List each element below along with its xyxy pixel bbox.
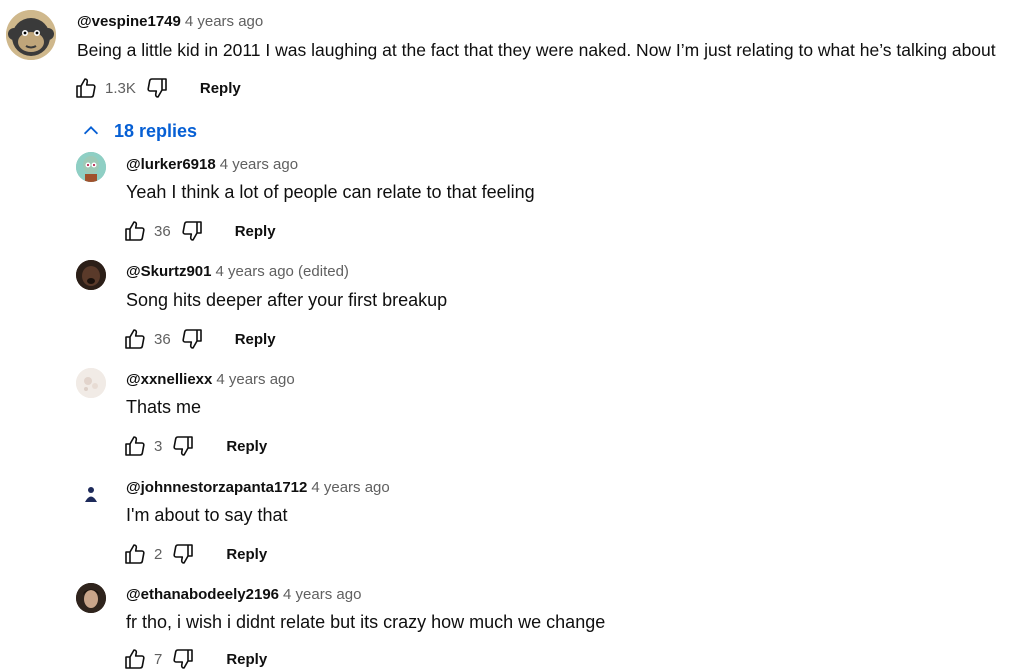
reply-button[interactable]: Reply (235, 331, 276, 348)
avatar[interactable] (76, 152, 106, 182)
comment-time[interactable]: 4 years ago (311, 479, 389, 496)
thumbs-up-icon (76, 78, 96, 98)
thumbs-up-icon (125, 649, 145, 669)
like-count: 1.3K (105, 79, 136, 97)
avatar[interactable] (6, 10, 56, 60)
comment-time[interactable]: 4 years ago (220, 156, 298, 173)
like-button[interactable] (73, 75, 99, 101)
comment-time[interactable]: 4 years ago (216, 371, 294, 388)
comment-time[interactable]: 4 years ago (edited) (216, 263, 349, 280)
comment-author[interactable]: @ethanabodeely2196 (126, 586, 279, 603)
comment-author[interactable]: @vespine1749 (77, 13, 181, 30)
dislike-button[interactable] (170, 646, 196, 672)
thumbs-up-icon (125, 329, 145, 349)
thumbs-down-icon (173, 544, 194, 564)
like-button[interactable] (122, 326, 148, 352)
dislike-button[interactable] (179, 218, 205, 244)
thumbs-down-icon (173, 649, 194, 669)
thumbs-down-icon (173, 436, 194, 456)
replies-toggle[interactable]: 18 replies (80, 120, 197, 142)
like-count: 3 (154, 437, 163, 455)
like-button[interactable] (122, 433, 148, 459)
like-count: 2 (154, 545, 163, 563)
reply-button[interactable]: Reply (235, 223, 276, 240)
like-button[interactable] (122, 646, 148, 672)
dislike-button[interactable] (170, 541, 196, 567)
like-count: 36 (154, 330, 171, 348)
person-avatar-icon (76, 583, 106, 613)
reply-button[interactable]: Reply (200, 80, 241, 97)
thumbs-down-icon (147, 78, 167, 98)
reply-button[interactable]: Reply (226, 438, 267, 455)
avatar[interactable] (76, 260, 106, 290)
comment-author[interactable]: @Skurtz901 (126, 263, 212, 280)
dislike-button[interactable] (170, 433, 196, 459)
replies-count-label: 18 replies (114, 120, 198, 141)
comment-time[interactable]: 4 years ago (185, 13, 263, 30)
comment-text: I'm about to say that (126, 505, 288, 525)
dislike-button[interactable] (144, 75, 170, 101)
comment-text: Yeah I think a lot of people can relate … (126, 182, 535, 202)
comment-author[interactable]: @johnnestorzapanta1712 (126, 479, 307, 496)
reply-button[interactable]: Reply (226, 651, 267, 668)
like-count: 7 (154, 650, 163, 668)
comment-text: fr tho, i wish i didnt relate but its cr… (126, 612, 606, 632)
comment-text: Thats me (126, 397, 202, 417)
comment-text: Being a little kid in 2011 I was laughin… (77, 40, 996, 60)
thumbs-up-icon (125, 436, 145, 456)
comment-text: Song hits deeper after your first breaku… (126, 290, 448, 310)
figure-avatar-icon (76, 476, 106, 506)
avatar[interactable] (76, 583, 106, 613)
comment-author[interactable]: @xxnelliexx (126, 371, 212, 388)
thumbs-up-icon (125, 544, 145, 564)
thumbs-up-icon (125, 221, 145, 241)
floral-avatar-icon (76, 368, 106, 398)
like-button[interactable] (122, 218, 148, 244)
avatar[interactable] (76, 476, 106, 506)
like-button[interactable] (122, 541, 148, 567)
comment-time[interactable]: 4 years ago (283, 586, 361, 603)
like-count: 36 (154, 222, 171, 240)
monkey-avatar-icon (6, 10, 56, 60)
comment-author[interactable]: @lurker6918 (126, 156, 216, 173)
dog-avatar-icon (76, 260, 106, 290)
reply-button[interactable]: Reply (226, 546, 267, 563)
dislike-button[interactable] (179, 326, 205, 352)
thumbs-down-icon (182, 221, 202, 241)
thumbs-down-icon (182, 329, 202, 349)
squidward-avatar-icon (76, 152, 106, 182)
chevron-up-icon (83, 126, 99, 135)
avatar[interactable] (76, 368, 106, 398)
